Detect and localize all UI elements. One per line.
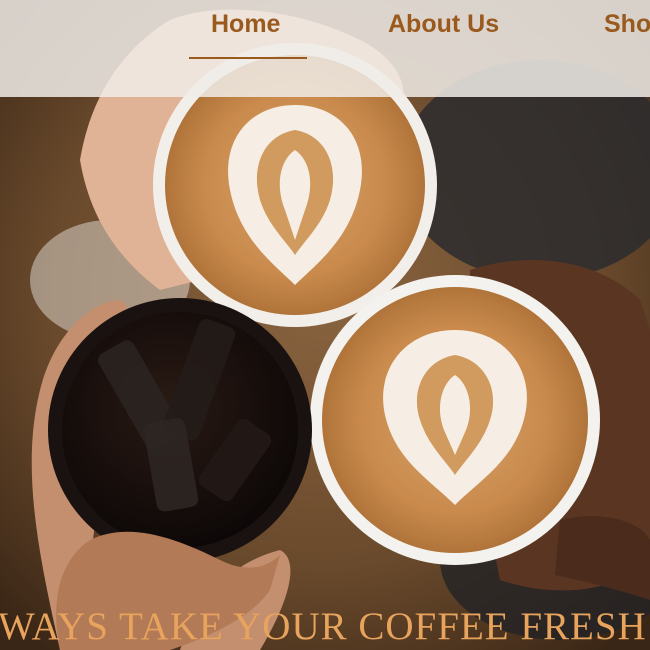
coffee-cups-photo: [0, 0, 650, 650]
top-navbar: Home About Us Sho: [0, 0, 650, 97]
hero-image: [0, 0, 650, 650]
active-nav-underline: [189, 57, 307, 59]
hero-tagline: WAYS TAKE YOUR COFFEE FRESH: [0, 605, 647, 648]
nav-item-about-us[interactable]: About Us: [388, 10, 499, 39]
nav-item-home[interactable]: Home: [211, 10, 280, 39]
nav-item-shop[interactable]: Sho: [604, 10, 650, 39]
